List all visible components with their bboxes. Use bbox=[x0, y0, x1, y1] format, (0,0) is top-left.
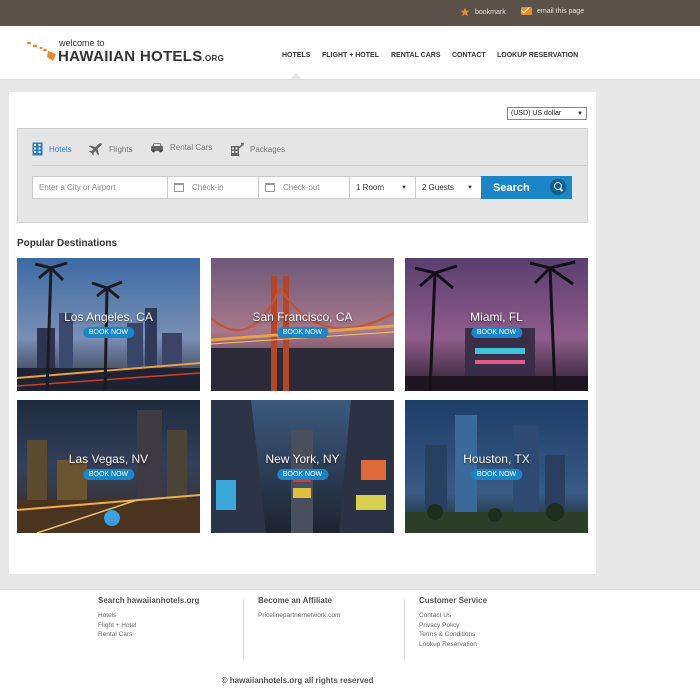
footer-col-title: Search hawaiianhotels.org bbox=[98, 596, 200, 605]
book-now-button[interactable]: BOOK NOW bbox=[470, 327, 523, 338]
currency-value: (USD) US dollar bbox=[511, 110, 562, 117]
bookmark-link[interactable]: bookmark bbox=[460, 7, 506, 17]
mail-icon bbox=[521, 7, 532, 15]
destination-card-san-francisco[interactable]: San Francisco, CA BOOK NOW bbox=[211, 258, 394, 391]
chevron-down-icon: ▼ bbox=[467, 184, 473, 191]
book-now-button[interactable]: BOOK NOW bbox=[82, 327, 135, 338]
checkout-placeholder: Check-out bbox=[283, 183, 320, 192]
star-icon bbox=[460, 7, 470, 17]
hawaii-islands-icon[interactable] bbox=[26, 40, 58, 62]
destination-city: Miami, FL bbox=[470, 310, 523, 324]
destination-city: Los Angeles, CA bbox=[64, 310, 153, 324]
tab-flights-label: Flights bbox=[109, 145, 133, 154]
tab-hotels-label: Hotels bbox=[49, 144, 72, 154]
destination-card-los-angeles[interactable]: Los Angeles, CA BOOK NOW bbox=[17, 258, 200, 391]
calendar-icon bbox=[265, 183, 275, 192]
tab-rental-cars-label: Rental Cars bbox=[170, 143, 213, 152]
car-icon bbox=[151, 143, 163, 153]
footer-link-contact-us[interactable]: Contact Us bbox=[419, 611, 487, 621]
footer-link-flight-hotel[interactable]: Flight + Hotel bbox=[98, 621, 199, 631]
tab-hotels[interactable]: Hotels bbox=[32, 142, 72, 156]
new-york-photo bbox=[211, 400, 394, 533]
chevron-down-icon: ▼ bbox=[401, 184, 407, 191]
book-now-button[interactable]: BOOK NOW bbox=[276, 469, 329, 480]
book-now-button[interactable]: BOOK NOW bbox=[276, 327, 329, 338]
miami-photo bbox=[405, 258, 588, 391]
checkin-placeholder: Check-in bbox=[192, 183, 224, 192]
tab-packages-label: Packages bbox=[250, 145, 286, 154]
destination-city: Las Vegas, NV bbox=[68, 452, 149, 466]
top-bar: bookmark email this page bbox=[0, 0, 700, 26]
footer-col-search: Search hawaiianhotels.org Hotels Flight … bbox=[98, 596, 199, 640]
footer-link-privacy-policy[interactable]: Privacy Policy bbox=[419, 621, 487, 631]
footer-link-hotels[interactable]: Hotels bbox=[98, 611, 199, 621]
logo-name: HAWAIIAN HOTELS bbox=[58, 48, 203, 65]
footer-link-terms[interactable]: Terms & Conditions bbox=[419, 630, 487, 640]
package-icon bbox=[231, 142, 244, 156]
footer-col-affiliate: Become an Affiliate Pricelinepartnernetw… bbox=[258, 596, 340, 621]
search-button-label: Search bbox=[493, 181, 530, 194]
tab-divider bbox=[32, 165, 588, 166]
city-input[interactable]: Enter a City or Airport bbox=[32, 176, 168, 199]
footer-divider bbox=[243, 599, 244, 659]
nav-flight-hotel[interactable]: FLIGHT + HOTEL bbox=[322, 52, 379, 64]
site-header: welcome to HAWAIIAN HOTELS.ORG HOTELS FL… bbox=[0, 26, 700, 80]
destination-city: New York, NY bbox=[265, 452, 340, 466]
destination-city: Houston, TX bbox=[463, 452, 530, 466]
email-label: email this page bbox=[537, 7, 585, 15]
footer-col-title: Customer Service bbox=[419, 596, 488, 605]
rooms-value: 1 Room bbox=[356, 183, 385, 192]
search-icon bbox=[550, 179, 566, 195]
destination-city: San Francisco, CA bbox=[252, 310, 353, 324]
calendar-icon bbox=[174, 183, 184, 192]
footer-col-customer-service: Customer Service Contact Us Privacy Poli… bbox=[419, 596, 487, 649]
tab-flights[interactable]: Flights bbox=[88, 142, 133, 157]
book-now-button[interactable]: BOOK NOW bbox=[470, 469, 523, 480]
houston-photo bbox=[405, 400, 588, 533]
city-placeholder: Enter a City or Airport bbox=[39, 183, 116, 192]
footer-link-partner-network[interactable]: Pricelinepartnernetwork.com bbox=[258, 611, 340, 621]
copyright-text: © hawaiianhotels.org all rights reserved bbox=[221, 676, 374, 685]
footer-link-lookup-reservation[interactable]: Lookup Reservation bbox=[419, 640, 487, 650]
guests-value: 2 Guests bbox=[422, 183, 455, 192]
search-button[interactable]: Search bbox=[481, 176, 572, 199]
footer-col-title: Become an Affiliate bbox=[258, 596, 332, 605]
currency-select[interactable]: (USD) US dollar ▼ bbox=[507, 107, 587, 120]
active-nav-indicator bbox=[290, 73, 302, 79]
checkin-field[interactable]: Check-in bbox=[167, 176, 259, 199]
tab-packages[interactable]: Packages bbox=[230, 142, 285, 157]
bookmark-label: bookmark bbox=[475, 8, 506, 16]
building-icon bbox=[32, 142, 43, 156]
nav-rental-cars[interactable]: RENTAL CARS bbox=[391, 52, 441, 64]
nav-hotels[interactable]: HOTELS bbox=[282, 52, 310, 64]
san-francisco-photo bbox=[211, 258, 394, 391]
site-logo[interactable]: HAWAIIAN HOTELS.ORG bbox=[58, 48, 224, 65]
los-angeles-photo bbox=[17, 258, 200, 391]
checkout-field[interactable]: Check-out bbox=[258, 176, 350, 199]
destination-card-las-vegas[interactable]: Las Vegas, NV BOOK NOW bbox=[17, 400, 200, 533]
nav-lookup-reservation[interactable]: LOOKUP RESERVATION bbox=[497, 52, 578, 64]
logo-welcome-text: welcome to bbox=[59, 38, 105, 48]
guests-select[interactable]: 2 Guests ▼ bbox=[415, 176, 482, 199]
popular-destinations-title: Popular Destinations bbox=[17, 238, 118, 249]
tab-rental-cars[interactable]: Rental Cars bbox=[150, 142, 212, 153]
logo-suffix: .ORG bbox=[202, 54, 225, 63]
nav-contact[interactable]: CONTACT bbox=[452, 52, 486, 64]
destination-card-houston[interactable]: Houston, TX BOOK NOW bbox=[405, 400, 588, 533]
footer-link-rental-cars[interactable]: Rental Cars bbox=[98, 630, 199, 640]
rooms-select[interactable]: 1 Room ▼ bbox=[349, 176, 416, 199]
airplane-icon bbox=[89, 143, 102, 156]
las-vegas-photo bbox=[17, 400, 200, 533]
destination-card-new-york[interactable]: New York, NY BOOK NOW bbox=[211, 400, 394, 533]
email-page-link[interactable]: email this page bbox=[521, 7, 584, 15]
footer-divider bbox=[404, 599, 405, 659]
destination-card-miami[interactable]: Miami, FL BOOK NOW bbox=[405, 258, 588, 391]
book-now-button[interactable]: BOOK NOW bbox=[82, 469, 135, 480]
chevron-down-icon: ▼ bbox=[577, 110, 583, 117]
